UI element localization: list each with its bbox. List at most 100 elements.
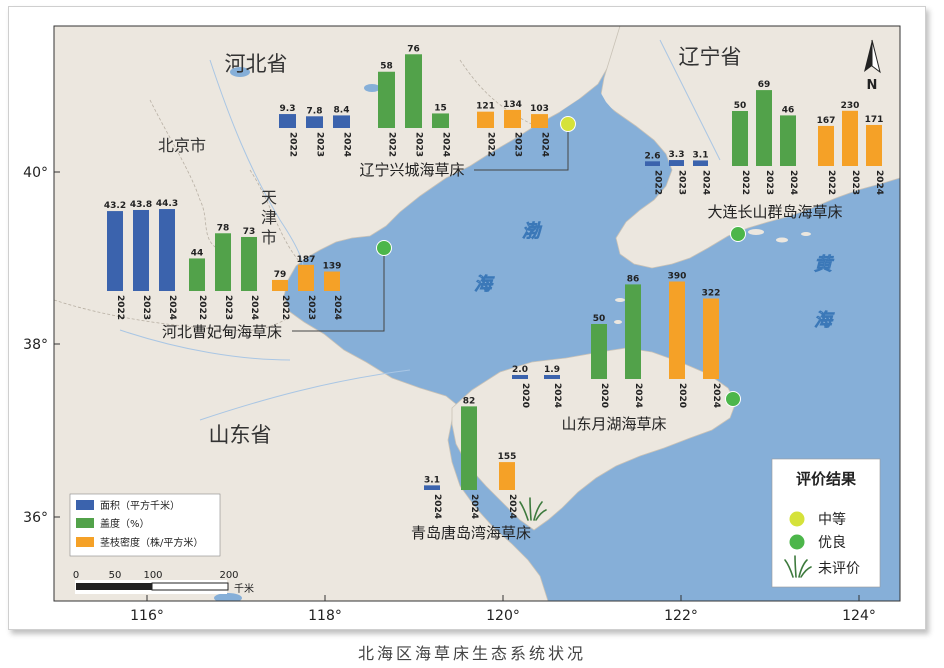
province-label-hebei: 河北省	[225, 52, 288, 76]
scale-tick: 200	[219, 570, 238, 581]
island	[776, 237, 788, 243]
scale-bar-white	[151, 582, 229, 591]
coverage-bar	[625, 284, 641, 379]
density-value-label: 103	[530, 104, 549, 114]
site-marker-good[interactable]	[376, 240, 392, 256]
year-label: 2024	[788, 170, 798, 195]
density-value-label: 139	[323, 262, 342, 272]
area-value-label: 43.8	[130, 200, 152, 210]
evaluation-legend: 评价结果 中等 优良 未评价	[771, 458, 881, 588]
site-marker-good[interactable]	[730, 226, 746, 242]
sea-label-bohai: 渤	[522, 221, 543, 242]
city-label-tianjin: 津	[261, 208, 277, 227]
legend-swatch-coverage	[76, 518, 94, 528]
density-bar	[324, 271, 340, 291]
island	[801, 232, 811, 236]
area-value-label: 44.3	[156, 199, 178, 209]
density-value-label: 155	[498, 452, 517, 462]
year-label: 2023	[223, 295, 233, 320]
density-value-label: 187	[297, 255, 316, 265]
coverage-value-label: 78	[217, 223, 230, 233]
evaluation-good-label: 优良	[818, 535, 846, 551]
coverage-value-label: 44	[191, 248, 204, 258]
lon-label: 118°	[308, 608, 342, 624]
area-value-label: 1.9	[544, 365, 560, 375]
year-label: 2022	[288, 132, 298, 157]
lon-label: 116°	[130, 608, 164, 624]
legend-label-density: 茎枝密度（株/平方米）	[100, 536, 203, 549]
year-label: 2020	[520, 383, 530, 408]
coverage-bar	[732, 111, 748, 166]
legend-indicators: 面积（平方千米） 盖度（%） 茎枝密度（株/平方米）	[69, 493, 221, 557]
year-label: 2024	[469, 494, 479, 519]
density-bar	[504, 109, 521, 128]
site-marker-good[interactable]	[725, 391, 741, 407]
year-label: 2020	[677, 383, 687, 408]
year-label: 2022	[387, 132, 397, 157]
area-bar	[107, 211, 123, 291]
area-value-label: 9.3	[280, 104, 296, 114]
year-label: 2023	[677, 170, 687, 195]
area-value-label: 2.6	[645, 151, 661, 161]
year-label: 2024	[441, 132, 451, 157]
year-label: 2022	[486, 132, 496, 157]
density-bar	[703, 298, 719, 379]
coverage-value-label: 73	[243, 227, 256, 237]
density-value-label: 121	[476, 102, 495, 112]
city-label-tianjin: 市	[261, 228, 277, 247]
coverage-value-label: 58	[380, 62, 393, 72]
coverage-bar	[591, 324, 607, 379]
density-value-label: 171	[865, 115, 884, 125]
island	[615, 298, 625, 302]
coverage-bar	[215, 233, 231, 291]
density-bar	[298, 264, 314, 291]
year-label: 2022	[280, 295, 290, 320]
evaluation-medium-icon	[789, 511, 805, 527]
coverage-value-label: 86	[627, 274, 640, 284]
year-label: 2024	[633, 383, 643, 408]
year-label: 2024	[874, 170, 884, 195]
evaluation-medium-label: 中等	[818, 511, 846, 528]
evaluation-none-label: 未评价	[818, 561, 860, 577]
city-label-beijing: 北京市	[158, 136, 206, 155]
legend-label-coverage: 盖度（%）	[100, 517, 150, 530]
island	[614, 320, 622, 324]
province-label-shandong: 山东省	[209, 423, 272, 447]
year-label: 2024	[249, 295, 259, 320]
area-value-label: 43.2	[104, 201, 126, 211]
coverage-value-label: 50	[593, 314, 606, 324]
year-label: 2023	[414, 132, 424, 157]
density-bar	[531, 114, 548, 128]
year-label: 2023	[850, 170, 860, 195]
sea-label-yellow-sea: 海	[814, 310, 835, 331]
year-label: 2024	[342, 132, 352, 157]
area-value-label: 2.0	[512, 365, 528, 375]
year-label: 2022	[115, 295, 125, 320]
coverage-bar	[780, 115, 796, 166]
year-label: 2022	[740, 170, 750, 195]
scale-tick: 50	[109, 570, 122, 581]
density-value-label: 230	[841, 101, 860, 111]
scale-tick: 100	[143, 570, 162, 581]
year-label: 2024	[167, 295, 177, 320]
area-bar	[306, 116, 323, 128]
coverage-value-label: 15	[434, 103, 447, 113]
year-label: 2024	[507, 494, 517, 519]
coverage-bar	[405, 54, 422, 128]
north-label: N	[867, 78, 878, 93]
lon-label: 124°	[842, 608, 876, 624]
legend-label-area: 面积（平方千米）	[100, 499, 180, 512]
density-bar	[499, 462, 515, 490]
density-value-label: 79	[274, 270, 287, 280]
lon-label: 122°	[664, 608, 698, 624]
area-bar	[512, 375, 528, 379]
site-marker-medium[interactable]	[560, 116, 576, 132]
site-name: 大连长山群岛海草床	[707, 203, 842, 221]
year-label: 2024	[701, 170, 711, 195]
coverage-bar	[461, 406, 477, 490]
area-bar	[159, 209, 175, 291]
year-label: 2022	[197, 295, 207, 320]
area-value-label: 3.1	[693, 150, 709, 160]
area-bar	[133, 209, 149, 291]
evaluation-good-icon	[789, 534, 805, 550]
